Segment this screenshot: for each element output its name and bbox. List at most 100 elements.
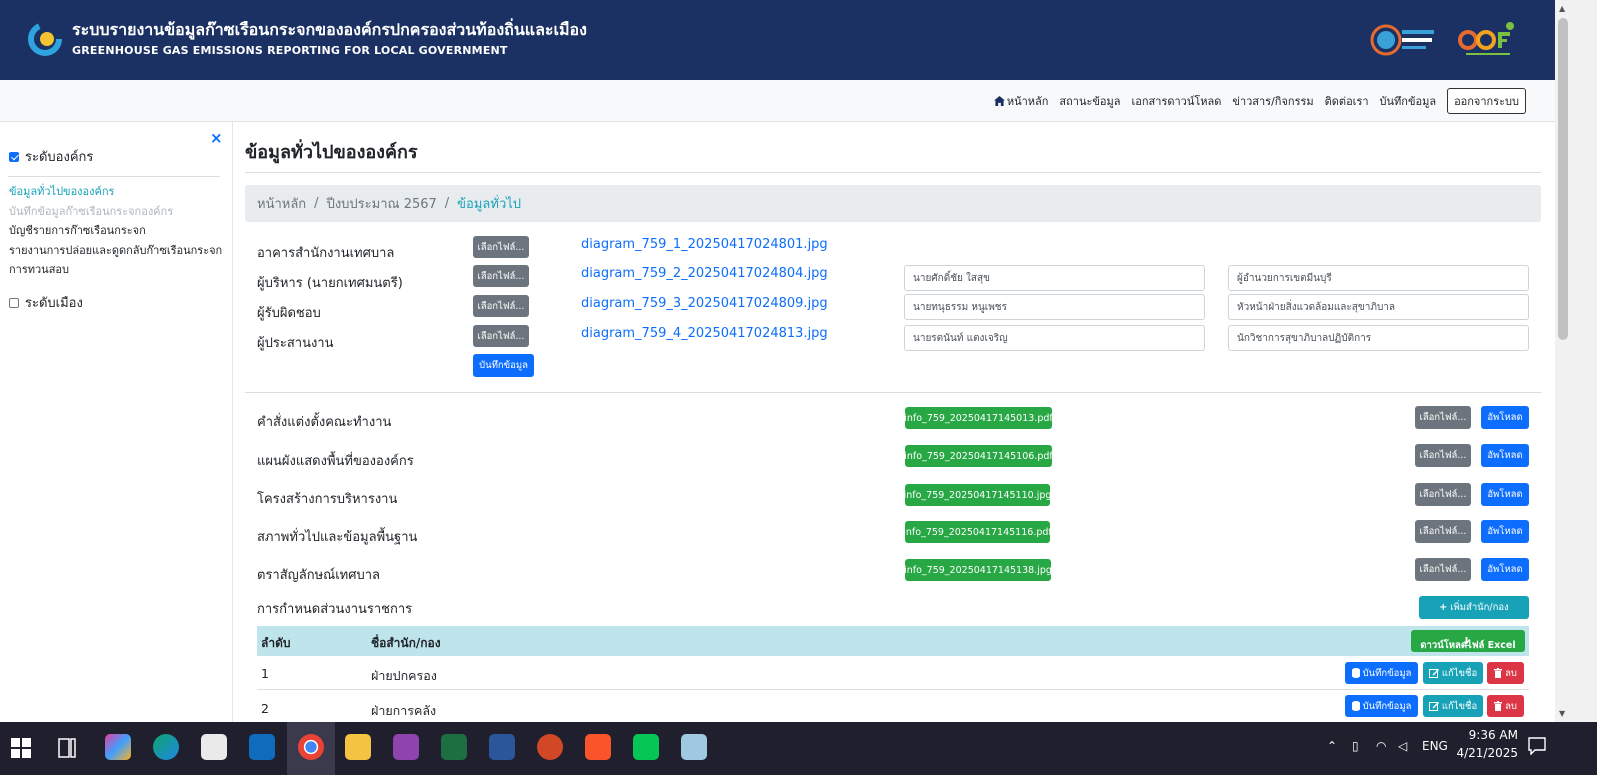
edit-unit-button[interactable]: แก้ไขชื่อ [1423, 662, 1483, 684]
upload-button[interactable]: อัพโหลด [1481, 558, 1529, 581]
photo-file-link[interactable]: diagram_759_2_20250417024804.jpg [581, 266, 828, 281]
logout-button[interactable]: ออกจากระบบ [1447, 88, 1526, 114]
sidebar-close-icon[interactable]: × [210, 129, 223, 147]
breadcrumb-separator: / [314, 196, 319, 211]
volume-icon[interactable]: ◁ [1398, 739, 1407, 753]
choose-file-button[interactable]: เลือกไฟล์... [1415, 558, 1471, 581]
chrome-icon[interactable] [298, 734, 324, 760]
save-unit-button[interactable]: บันทึกข้อมูล [1345, 695, 1418, 717]
choose-file-button[interactable]: เลือกไฟล์... [473, 265, 529, 287]
save-unit-button[interactable]: บันทึกข้อมูล [1345, 662, 1418, 684]
document-row-label: คำสั่งแต่งตั้งคณะทำงาน [257, 415, 392, 430]
choose-file-button[interactable]: เลือกไฟล์... [1415, 406, 1471, 429]
add-unit-label: เพิ่มสำนัก/กอง [1450, 602, 1509, 613]
outlook-icon[interactable] [249, 734, 275, 760]
nav-downloads[interactable]: เอกสารดาวน์โหลด [1132, 92, 1222, 110]
site-logo-icon[interactable] [27, 21, 63, 57]
copilot-icon[interactable] [105, 734, 131, 760]
edge-icon[interactable] [153, 734, 179, 760]
download-excel-button[interactable]: ดาวน์โหลดไฟล์ Excel [1411, 630, 1525, 652]
delete-unit-button[interactable]: ลบ [1487, 662, 1524, 684]
notification-icon[interactable] [1528, 737, 1546, 755]
person-name-input[interactable]: นายศักดิ์ชัย ใสสุข [904, 265, 1205, 291]
store-icon[interactable] [201, 734, 227, 760]
person-name-input[interactable]: นายรตนันท์ แตงเจริญ [904, 325, 1205, 351]
app-icon[interactable] [393, 734, 419, 760]
breadcrumb-separator: / [444, 196, 450, 211]
edit-unit-button[interactable]: แก้ไขชื่อ [1423, 695, 1483, 717]
person-position-input[interactable]: หัวหน้าฝ่ายสิ่งแวดล้อมและสุขาภิบาล [1228, 294, 1529, 320]
sidebar-item-verification[interactable]: การทวนสอบ [9, 260, 222, 280]
brave-icon[interactable] [585, 734, 611, 760]
person-position-input[interactable]: ผู้อำนวยการเขตมีนบุรี [1228, 265, 1529, 291]
upload-button[interactable]: อัพโหลด [1481, 444, 1529, 467]
upload-button[interactable]: อัพโหลด [1481, 520, 1529, 543]
document-file-badge[interactable]: info_759_20250417145106.pdf [904, 445, 1053, 467]
title-divider [245, 172, 1541, 173]
language-indicator[interactable]: ENG [1422, 739, 1448, 753]
nav-contact[interactable]: ติดต่อเรา [1325, 92, 1369, 110]
choose-file-button[interactable]: เลือกไฟล์... [473, 236, 529, 258]
choose-file-button[interactable]: เลือกไฟล์... [1415, 444, 1471, 467]
scrollbar-thumb[interactable] [1558, 18, 1568, 340]
photo-file-link[interactable]: diagram_759_4_20250417024813.jpg [581, 326, 828, 341]
tray-chevron-icon[interactable]: ⌃ [1327, 739, 1337, 753]
wifi-icon[interactable]: ◠ [1376, 739, 1386, 753]
task-view-icon[interactable] [58, 738, 76, 758]
choose-file-button[interactable]: เลือกไฟล์... [1415, 483, 1471, 506]
section-divider [245, 392, 1541, 393]
org-level-checkbox[interactable] [9, 151, 19, 162]
app-icon[interactable] [681, 734, 707, 760]
clock-time[interactable]: 9:36 AM [1462, 728, 1518, 742]
line-icon[interactable] [633, 734, 659, 760]
main-content: ข้อมูลทั่วไปขององค์กร หน้าหลัก / ปีงบประ… [245, 122, 1541, 725]
add-unit-button[interactable]: + เพิ่มสำนัก/กอง [1419, 596, 1529, 619]
document-row-label: สภาพทั่วไปและข้อมูลพื้นฐาน [257, 530, 418, 545]
sidebar-divider [8, 176, 220, 177]
table-row: 1 ฝ่ายปกครอง บันทึกข้อมูล แก้ไขชื่อ ลบ [257, 656, 1529, 690]
edit-unit-label: แก้ไขชื่อ [1441, 700, 1478, 712]
word-icon[interactable] [489, 734, 515, 760]
save-photos-button[interactable]: บันทึกข้อมูล [473, 354, 534, 377]
windows-start-icon[interactable] [11, 738, 31, 758]
delete-unit-button[interactable]: ลบ [1487, 695, 1524, 717]
city-level-checkbox[interactable] [9, 297, 19, 308]
clock-date[interactable]: 4/21/2025 [1450, 746, 1518, 760]
scroll-up-icon[interactable]: ▲ [1559, 4, 1565, 13]
scroll-down-icon[interactable]: ▼ [1559, 709, 1565, 718]
powerpoint-icon[interactable] [537, 734, 563, 760]
document-file-badge[interactable]: info_759_20250417145110.jpg [904, 484, 1051, 506]
nav-news[interactable]: ข่าวสาร/กิจกรรม [1232, 92, 1313, 110]
person-position-input[interactable]: นักวิชาการสุขาภิบาลปฏิบัติการ [1228, 325, 1529, 351]
tray-device-icon[interactable]: ▯ [1352, 739, 1359, 753]
photo-file-link[interactable]: diagram_759_1_20250417024801.jpg [581, 237, 828, 252]
upload-button[interactable]: อัพโหลด [1481, 406, 1529, 429]
city-level-toggle[interactable]: ระดับเมือง [9, 292, 83, 313]
excel-icon[interactable] [441, 734, 467, 760]
document-file-badge[interactable]: info_759_20250417145138.jpg [904, 559, 1052, 581]
sidebar-item-emission-report[interactable]: รายงานการปล่อยและดูดกลับก๊าซเรือนกระจก [9, 241, 222, 261]
sidebar-item-ghg-inventory[interactable]: บัญชีรายการก๊าซเรือนกระจก [9, 221, 222, 241]
breadcrumb-home[interactable]: หน้าหลัก [257, 193, 306, 214]
document-file-badge[interactable]: info_759_20250417145013.pdf [904, 407, 1053, 429]
database-icon [1351, 668, 1360, 678]
upload-button[interactable]: อัพโหลด [1481, 483, 1529, 506]
document-file-badge[interactable]: info_759_20250417145116.pdf [903, 521, 1052, 543]
person-name-input[interactable]: นายทนุธรรม หนูเพชร [904, 294, 1205, 320]
breadcrumb: หน้าหลัก / ปีงบประมาณ 2567 / ข้อมูลทั่วไ… [245, 185, 1541, 222]
page-scrollbar[interactable]: ▲ ▼ [1555, 0, 1597, 722]
org-level-toggle[interactable]: ระดับองค์กร [9, 146, 93, 167]
breadcrumb-fiscal-year[interactable]: ปีงบประมาณ 2567 [327, 193, 437, 214]
nav-record[interactable]: บันทึกข้อมูล [1380, 92, 1437, 110]
choose-file-button[interactable]: เลือกไฟล์... [1415, 520, 1471, 543]
file-explorer-icon[interactable] [345, 734, 371, 760]
sidebar-item-general-info[interactable]: ข้อมูลทั่วไปขององค์กร [9, 182, 222, 202]
choose-file-button[interactable]: เลือกไฟล์... [473, 325, 529, 347]
photo-row-label: ผู้รับผิดชอบ [257, 306, 321, 321]
nav-status[interactable]: สถานะข้อมูล [1059, 92, 1120, 110]
partner-logo-icon [1370, 24, 1434, 56]
nav-home[interactable]: หน้าหลัก [993, 92, 1048, 110]
choose-file-button[interactable]: เลือกไฟล์... [473, 295, 529, 317]
sidebar-item-record-ghg[interactable]: บันทึกข้อมูลก๊าซเรือนกระจกองค์กร [9, 202, 222, 222]
photo-file-link[interactable]: diagram_759_3_20250417024809.jpg [581, 296, 828, 311]
